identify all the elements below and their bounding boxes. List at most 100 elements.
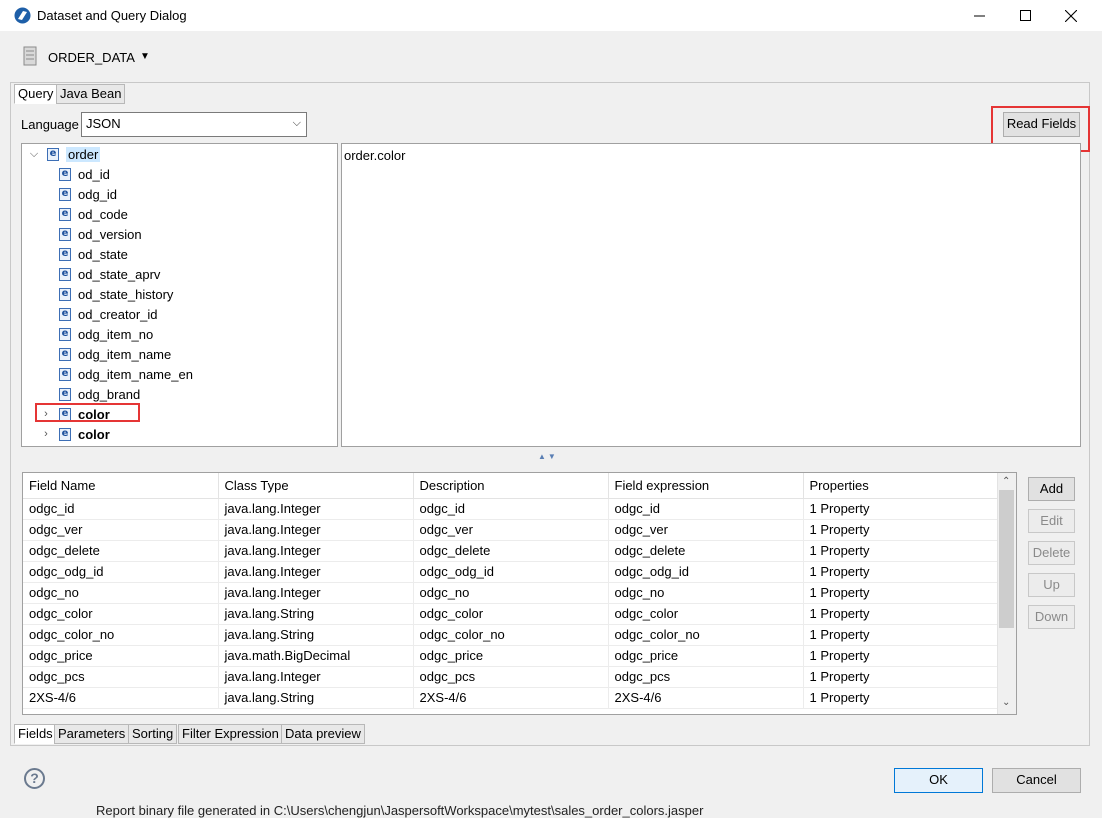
table-cell: odgc_price (608, 645, 804, 667)
element-icon: e (59, 287, 71, 301)
table-row[interactable]: odgc_id java.lang.Integer odgc_id odgc_id 1 … (23, 498, 999, 520)
tab-filter-expression[interactable]: Filter Expression (178, 724, 283, 744)
window-title: Dataset and Query Dialog (37, 8, 187, 23)
table-cell: odgc_price (23, 645, 219, 667)
table-cell: odgc_ver (608, 519, 804, 541)
table-cell: odgc_no (23, 582, 219, 604)
table-row[interactable]: odgc_pcs java.lang.Integer odgc_pcs odgc_pc… (23, 666, 999, 688)
table-cell: 1 Property (803, 687, 999, 709)
element-icon: e (47, 147, 59, 161)
table-row[interactable]: odgc_delete java.lang.Integer odgc_delete o… (23, 540, 999, 562)
table-row[interactable]: odgc_color_no java.lang.String odgc_color_… (23, 624, 999, 646)
edit-button[interactable]: Edit (1028, 509, 1075, 533)
element-icon: e (59, 327, 71, 341)
expression-editor[interactable]: order.color (341, 143, 1081, 447)
table-cell: odgc_ver (413, 519, 609, 541)
table-cell: 1 Property (803, 603, 999, 625)
tree-node[interactable]: e odg_id (59, 184, 117, 204)
help-icon[interactable]: ? (24, 768, 45, 789)
language-select[interactable]: JSON ⌵ (81, 112, 307, 137)
tree-node[interactable]: e od_state_history (59, 284, 173, 304)
table-cell: java.math.BigDecimal (218, 645, 414, 667)
element-icon: e (59, 247, 71, 261)
table-header: Field Name Class Type Description Field … (23, 473, 999, 499)
column-header[interactable]: Field expression (608, 473, 804, 499)
dataset-name[interactable]: ORDER_DATA (48, 50, 135, 65)
close-button[interactable] (1048, 0, 1094, 31)
dataset-dropdown-icon[interactable]: ▼ (140, 51, 150, 62)
table-cell: odgc_color_no (608, 624, 804, 646)
table-cell: java.lang.Integer (218, 561, 414, 583)
tree-node[interactable]: e od_version (59, 224, 142, 244)
chevron-right-icon[interactable]: › (40, 428, 52, 440)
cancel-button[interactable]: Cancel (992, 768, 1081, 793)
chevron-down-icon[interactable]: ⌵ (28, 148, 40, 161)
tab-sorting[interactable]: Sorting (128, 724, 178, 744)
table-row[interactable]: odgc_no java.lang.Integer odgc_no odgc_no 1 … (23, 582, 999, 604)
column-header[interactable]: Description (413, 473, 609, 499)
column-header[interactable]: Field Name (23, 473, 219, 499)
tree-node[interactable]: e od_code (59, 204, 128, 224)
tab-java-bean[interactable]: Java Bean (56, 84, 126, 104)
tab-fields[interactable]: Fields (14, 724, 57, 744)
table-cell: odgc_id (23, 498, 219, 520)
tree-node-label: odg_id (78, 186, 118, 202)
tab-parameters[interactable]: Parameters (54, 724, 130, 744)
table-cell: 1 Property (803, 666, 999, 688)
column-header[interactable]: Class Type (218, 473, 414, 499)
tree-node[interactable]: e od_state (59, 244, 128, 264)
up-button[interactable]: Up (1028, 573, 1075, 597)
table-row[interactable]: odgc_odg_id java.lang.Integer odgc_odg_id o… (23, 561, 999, 583)
down-button[interactable]: Down (1028, 605, 1075, 629)
table-cell: java.lang.String (218, 687, 414, 709)
minimize-button[interactable] (956, 0, 1002, 31)
tree-node-label: od_state (78, 246, 128, 262)
minimize-icon (973, 15, 985, 17)
tree-node-label: od_state_aprv (78, 266, 161, 282)
table-cell: 1 Property (803, 645, 999, 667)
app-icon (14, 7, 31, 24)
table-row[interactable]: odgc_color java.lang.String odgc_color odgc… (23, 603, 999, 625)
tree-node[interactable]: e od_id (59, 164, 110, 184)
tab-query[interactable]: Query (14, 84, 58, 104)
highlight-box (35, 403, 140, 422)
fields-table[interactable]: Field Name Class Type Description Field … (22, 472, 1017, 715)
table-cell: odgc_no (608, 582, 804, 604)
tree-node-label: od_creator_id (78, 306, 158, 322)
tree-node[interactable]: e od_state_aprv (59, 264, 160, 284)
delete-button[interactable]: Delete (1028, 541, 1075, 565)
scroll-thumb[interactable] (999, 490, 1014, 628)
ok-button[interactable]: OK (894, 768, 983, 793)
tree-node-label: odg_item_name_en (78, 366, 193, 382)
tab-data-preview[interactable]: Data preview (281, 724, 365, 744)
column-header[interactable]: Properties (803, 473, 999, 499)
tree-node-label: od_version (78, 226, 142, 242)
tree-node[interactable]: e odg_item_name (59, 344, 171, 364)
tree-node-collapsed[interactable]: › e color (40, 424, 110, 444)
tree-node[interactable]: e od_creator_id (59, 304, 158, 324)
table-row[interactable]: odgc_ver java.lang.Integer odgc_ver odgc_ve… (23, 519, 999, 541)
json-tree[interactable]: ⌵ e order e od_id e odg_id e od_code e od_versi… (21, 143, 338, 447)
table-cell: odgc_ver (23, 519, 219, 541)
maximize-button[interactable] (1002, 0, 1048, 31)
table-row[interactable]: 2XS-4/6 java.lang.String 2XS-4/6 2XS-4/6 1 P… (23, 687, 999, 709)
splitter-handle[interactable]: ▲▼ (538, 452, 558, 461)
table-cell: odgc_color_no (413, 624, 609, 646)
tree-node-label: color (78, 426, 110, 442)
scroll-up-icon[interactable]: ⌃ (1002, 476, 1010, 487)
element-icon: e (59, 267, 71, 281)
element-icon: e (59, 187, 71, 201)
table-row[interactable]: odgc_price java.math.BigDecimal odgc_price… (23, 645, 999, 667)
tree-root[interactable]: ⌵ e order (28, 144, 101, 164)
add-button[interactable]: Add (1028, 477, 1075, 501)
tree-node[interactable]: e odg_brand (59, 384, 140, 404)
tree-node-label: od_id (78, 166, 110, 182)
tree-node[interactable]: e odg_item_no (59, 324, 153, 344)
tree-node[interactable]: e odg_item_name_en (59, 364, 193, 384)
scroll-down-icon[interactable]: ⌄ (1002, 697, 1010, 708)
table-cell: 1 Property (803, 582, 999, 604)
table-cell: odgc_delete (23, 540, 219, 562)
table-cell: java.lang.Integer (218, 519, 414, 541)
read-fields-button[interactable]: Read Fields (1003, 112, 1080, 137)
table-cell: java.lang.Integer (218, 582, 414, 604)
